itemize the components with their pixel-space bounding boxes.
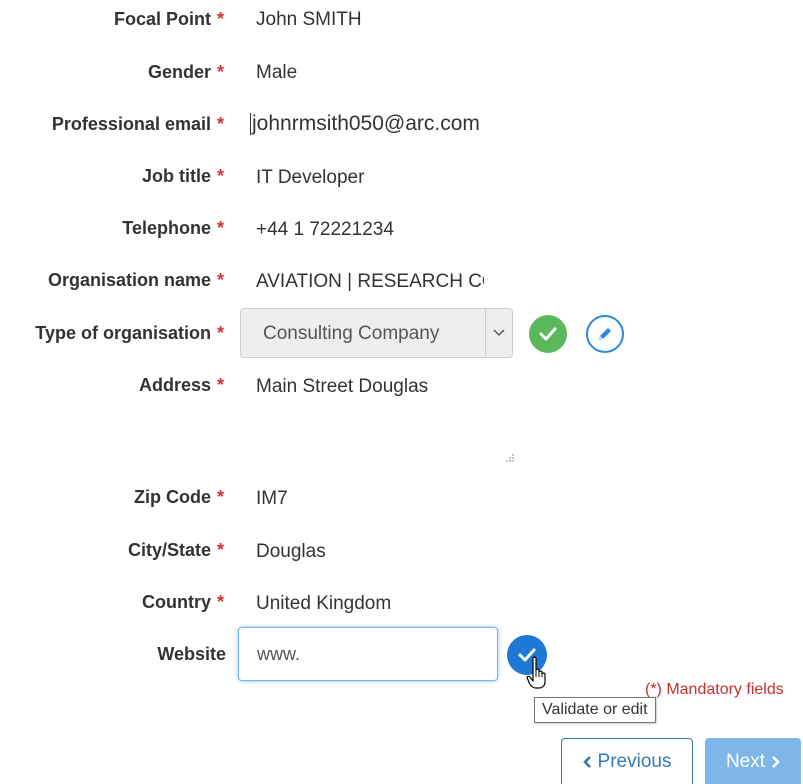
type-of-organisation-label: Type of organisation * — [35, 323, 224, 343]
pencil-icon — [599, 328, 611, 340]
type-of-organisation-select[interactable]: Consulting Company — [240, 308, 513, 358]
professional-email-label: Professional email * — [51, 114, 224, 134]
telephone-label: Telephone * — [122, 218, 224, 238]
website-label: Website — [157, 644, 226, 664]
city-state-label: City/State * — [127, 540, 224, 560]
next-button-label: Next — [725, 751, 766, 772]
required-marker: * — [216, 218, 224, 238]
organisation-name-value: AVIATION | RESEARCH CONSULTING — [256, 271, 484, 292]
chevron-down-icon[interactable] — [485, 309, 512, 357]
required-marker: * — [216, 592, 224, 612]
required-marker: * — [216, 62, 224, 82]
city-state-value: Douglas — [256, 541, 326, 562]
required-marker: * — [216, 270, 224, 290]
previous-button-label: Previous — [597, 751, 672, 772]
country-label: Country * — [141, 592, 224, 612]
required-marker: * — [216, 375, 224, 395]
required-marker: * — [216, 9, 224, 29]
zip-code-value: IM7 — [256, 488, 288, 509]
country-value: United Kingdom — [256, 593, 392, 614]
validate-tooltip: Validate or edit — [534, 697, 656, 723]
gender-label: Gender * — [147, 62, 224, 82]
address-label: Address * — [138, 375, 224, 395]
organisation-name-label: Organisation name * — [47, 270, 224, 290]
required-marker: * — [216, 540, 224, 560]
address-value: Main Street Douglas — [256, 376, 429, 397]
focal-point-label: Focal Point * — [113, 9, 224, 29]
resize-grip-icon[interactable] — [503, 452, 515, 470]
next-button[interactable]: Next — [705, 738, 801, 784]
website-input[interactable] — [238, 627, 498, 681]
previous-button[interactable]: Previous — [561, 738, 693, 784]
zip-code-label: Zip Code * — [133, 487, 224, 507]
edit-organisation-button[interactable] — [586, 315, 624, 353]
mandatory-fields-note: (*) Mandatory fields — [645, 681, 784, 698]
focal-point-value: John SMITH — [256, 9, 362, 30]
job-title-label: Job title * — [141, 166, 224, 186]
hand-pointer-icon — [526, 656, 550, 695]
validate-organisation-button[interactable] — [529, 315, 567, 353]
required-marker: * — [216, 114, 224, 134]
required-marker: * — [216, 323, 224, 343]
required-marker: * — [216, 166, 224, 186]
chevron-left-icon — [582, 756, 591, 768]
chevron-right-icon — [772, 756, 780, 768]
required-marker: * — [216, 487, 224, 507]
contact-form: Focal Point * John SMITH Gender * Male Pro… — [0, 0, 803, 784]
select-selected-value: Consulting Company — [263, 323, 440, 344]
telephone-value: +44 1 72221234 — [256, 219, 394, 240]
check-icon — [539, 327, 557, 341]
professional-email-field[interactable]: johnrmsith050@arc.com — [250, 113, 508, 136]
text-caret — [250, 113, 251, 136]
job-title-value: IT Developer — [256, 167, 365, 188]
gender-value: Male — [256, 62, 298, 83]
